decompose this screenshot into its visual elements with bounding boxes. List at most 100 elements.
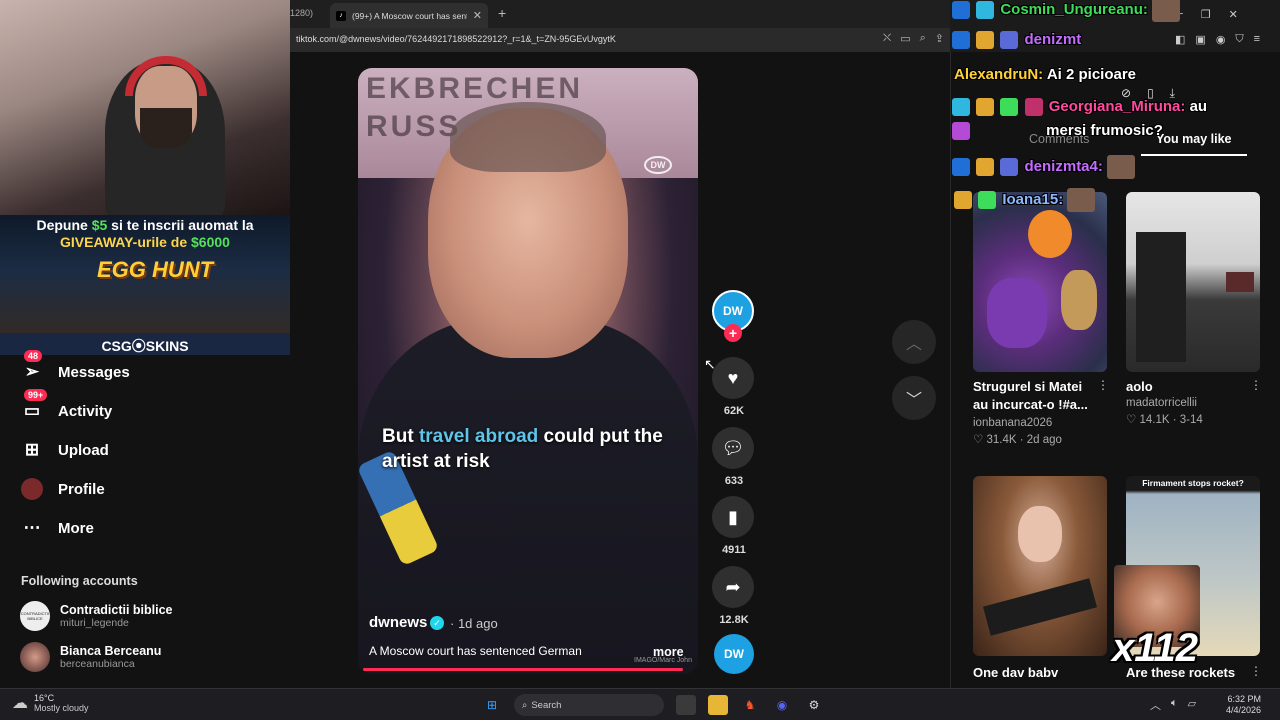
card-menu-icon[interactable]: ⋮ [1250,664,1262,678]
card-menu-icon[interactable]: ⋮ [1250,378,1262,392]
heart-icon: ♥ [727,367,739,388]
previous-video-button[interactable]: ︿ [892,320,936,364]
giveaway-promo: Depune $5 si te inscrii auomat la GIVEAW… [0,215,290,355]
video-description: A Moscow court has sentenced German [369,644,582,658]
shelf-unit [1136,232,1186,362]
card-menu-icon[interactable]: ⋮ [1097,378,1109,392]
comment-bubble-icon: 💬︎ [721,437,745,458]
menu-icon[interactable]: ≡ [1254,33,1260,46]
messages-badge: 48 [24,350,43,362]
save-count: 4911 [722,544,746,556]
no-translate-icon[interactable]: ⛌ [883,32,891,45]
music-disc-avatar[interactable]: DW [714,634,754,674]
url-text[interactable]: tiktok.com/@dwnews/video/762449217189852… [296,34,616,44]
chat-message: Ioana15: [954,188,1096,212]
crown-badge-icon [976,158,995,176]
recommended-card[interactable]: aolo madatorricellii ♡ 14.1K · 3-14 ⋮ [1126,192,1262,426]
search-label: Search [531,699,562,711]
following-account[interactable]: CONTRADICTII BIBLICE Contradictii biblic… [20,601,173,631]
chat-message: Georgiana_Miruna: au [952,98,1207,117]
video-progress-bar[interactable] [363,668,684,671]
sidebar-icon[interactable]: ◧ [1175,33,1185,46]
tab-active[interactable]: ♪ (99+) A Moscow court has sentenced ✕ [330,3,488,28]
following-account[interactable]: Bianca Berceanu berceanubianca [20,642,161,672]
streamer-beard [140,108,192,148]
video-author[interactable]: dwnews [369,614,427,631]
discord-icon[interactable]: ◉ [772,695,792,715]
windows-start-icon[interactable]: ⊞ [482,695,502,715]
share-count: 12.8K [719,614,749,626]
sidebar-item-more[interactable]: ⋯ More [20,516,94,540]
volume-icon[interactable]: 🔈︎ [1171,697,1178,713]
gift-badge-icon [1000,98,1019,117]
card-author: ionbanana2026 [973,417,1053,429]
wallet-icon[interactable]: ▣ [1195,33,1205,46]
image-credit: IMAGO/Marc John [634,657,692,664]
recommended-card[interactable]: Strugurel si Matei au incurcat-o !#a... … [973,192,1109,446]
emote-icon [1107,155,1136,179]
vpn-icon[interactable]: ◉ [1216,33,1226,46]
card-author: madatorricellii [1126,397,1197,409]
url-bar-icons: ⛌ ▭ ⌕ ⇪ [883,32,944,45]
egg-hunt-logo: EGG HUNT [96,257,214,282]
csgoskins-logo: CSG⦿SKINS [0,333,290,355]
window-controls: ─ ❐ ✕ [1175,8,1238,21]
sidebar-item-messages[interactable]: ➢ 48 Messages [20,350,130,384]
share-arrow-icon: ➦ [725,576,741,597]
tray-expand-icon[interactable]: ︿ [1150,697,1161,713]
search-icon: ⌕ [522,699,528,711]
chat-message: denizmt [952,31,1081,50]
following-heading: Following accounts [21,574,138,588]
comment-count: 633 [724,475,744,487]
restore-icon[interactable]: ❐ [1201,8,1211,21]
task-view-icon[interactable] [676,695,696,715]
chat-message: AlexandruN: Ai 2 picioare [954,66,1137,83]
chevron-up-icon: ︿ [905,336,922,353]
tiktok-sidebar: ➢ 48 Messages ▭ 99+ Activity ⊞ Upload Prof… [0,350,290,688]
chevron-down-icon: ﹀ [905,392,922,409]
network-icon[interactable]: ▱ [1188,697,1196,713]
video-caption: But travel abroad could put the artist a… [382,426,663,472]
share-button[interactable]: ➦ [712,566,754,608]
card-thumbnail [973,192,1107,372]
taskbar-search[interactable]: ⌕ Search [514,694,664,716]
like-button[interactable]: ♥ [712,357,754,399]
new-tab-icon[interactable]: + [498,5,506,21]
zoom-icon[interactable]: ⌕ [920,32,926,45]
video-time-ago: · 1d ago [450,616,498,631]
card-stats: ♡ 31.4K · 2d ago [973,434,1062,446]
file-explorer-icon[interactable] [708,695,728,715]
shield-icon[interactable]: ⛉ [1235,33,1243,46]
brave-browser-icon[interactable]: ♞ [740,695,760,715]
sidebar-item-label: Profile [58,480,105,498]
tab-you-may-like[interactable]: You may like [1156,132,1232,146]
promo-line-2: GIVEAWAY-urile de $6000 [60,234,230,250]
hammer-badge-icon [952,158,970,176]
address-bar[interactable]: tiktok.com/@dwnews/video/762449217189852… [290,28,950,52]
cast-icon[interactable]: ▭ [900,32,910,45]
comment-button[interactable]: 💬︎ [712,427,754,469]
next-video-button[interactable]: ﹀ [892,376,936,420]
person-hair [450,102,606,172]
save-button[interactable]: ▮ [712,496,754,538]
tab-previous[interactable]: 1280) [290,0,330,28]
sidebar-item-upload[interactable]: ⊞ Upload [20,438,109,462]
close-icon[interactable]: ✕ [473,9,482,22]
recommended-card[interactable]: One dav babv [973,476,1107,682]
sidebar-item-label: Messages [58,363,130,381]
taskbar-clock[interactable]: 6:32 PM 4/4/2026 [1226,694,1261,716]
chat-message: Cosmin_Ungureanu: [952,0,1181,22]
person-face [1018,506,1062,562]
thumbnail-caption: Firmament stops rocket? [1142,478,1244,488]
sidebar-item-activity[interactable]: ▭ 99+ Activity [20,389,112,423]
share-icon[interactable]: ⇪ [935,32,944,45]
dw-watermark-logo: DW [644,156,672,174]
close-window-icon[interactable]: ✕ [1229,8,1238,21]
video-player[interactable]: EKBRECHEN RUSS DW But travel abroad coul… [358,68,698,674]
verified-badge-icon: ✓ [430,616,444,630]
bookmark-icon: ▮ [728,506,738,527]
follow-button[interactable]: + [724,324,742,342]
sidebar-item-profile[interactable]: Profile [20,477,105,501]
steam-icon[interactable]: ⚙ [804,695,824,715]
weather-widget[interactable]: ☁ 16°C Mostly cloudy [12,693,89,713]
